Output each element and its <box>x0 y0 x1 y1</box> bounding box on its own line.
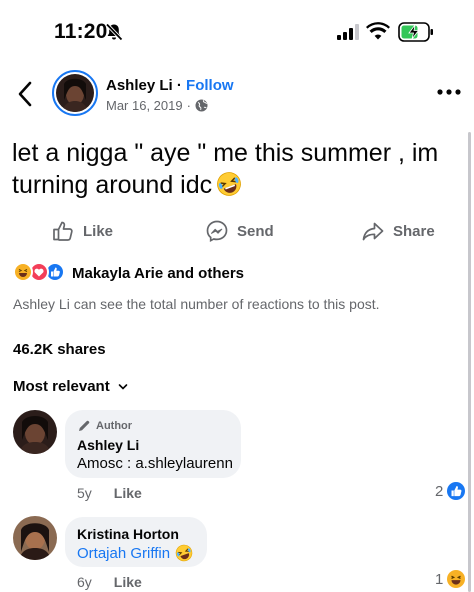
messenger-icon <box>206 220 228 243</box>
follow-button[interactable]: Follow <box>186 77 234 94</box>
post-date[interactable]: Mar 16, 2019 <box>106 98 183 113</box>
battery-charging-icon <box>398 22 433 42</box>
rolling-laughing-emoji-icon <box>217 172 242 196</box>
haha-reaction-icon <box>447 570 466 588</box>
comment-time[interactable]: 6y <box>77 574 92 590</box>
signal-icon <box>337 24 359 40</box>
status-time: 11:20 <box>54 20 108 43</box>
comment-avatar[interactable] <box>13 516 57 560</box>
profile-photo <box>56 74 94 112</box>
reactions-visibility-note: Ashley Li can see the total number of re… <box>13 296 380 312</box>
pencil-icon <box>79 420 90 431</box>
haha-reaction-icon <box>13 262 33 282</box>
reaction-icons[interactable] <box>13 262 65 282</box>
separator-dot: · <box>176 77 182 94</box>
reaction-count: 2 <box>435 482 444 500</box>
comment-meta: 6y Like <box>77 574 142 590</box>
commenter-name[interactable]: Ashley Li <box>77 437 229 453</box>
post-text: let a nigga " aye " me this summer , im … <box>12 137 462 201</box>
like-reaction-icon <box>447 482 466 500</box>
thumbs-up-icon <box>53 221 73 241</box>
more-options-icon[interactable] <box>437 86 461 98</box>
wifi-icon <box>366 22 390 40</box>
share-button[interactable]: Share <box>361 218 435 244</box>
comment-bubble[interactable]: Author Ashley Li Amosc : a.shleylaurenn <box>65 410 241 478</box>
tagged-user[interactable]: Ortajah Griffin <box>77 544 195 562</box>
send-button[interactable]: Send <box>205 218 274 244</box>
profile-photo <box>13 516 57 560</box>
send-label: Send <box>237 222 274 240</box>
author-name[interactable]: Ashley Li <box>106 77 173 94</box>
comment-sort-dropdown[interactable]: Most relevant <box>13 378 128 395</box>
back-arrow-icon[interactable] <box>16 80 36 108</box>
post-meta: Mar 16, 2019 · <box>106 98 208 113</box>
author-badge-label: Author <box>96 420 133 432</box>
meta-separator: · <box>186 98 191 113</box>
like-label: Like <box>83 222 114 240</box>
bell-slash-icon <box>105 23 123 41</box>
globe-icon <box>195 99 208 112</box>
profile-photo <box>13 410 57 454</box>
reactions-summary[interactable]: Makayla Arie and others <box>72 265 244 282</box>
share-label: Share <box>393 222 435 240</box>
tagged-user-name: Ortajah Griffin <box>77 544 171 562</box>
author-badge: Author <box>77 419 229 433</box>
comment-text: Amosc : a.shleylaurenn <box>77 455 233 472</box>
share-arrow-icon <box>362 222 384 241</box>
comment-meta: 5y Like <box>77 485 142 501</box>
chevron-down-icon <box>118 383 128 390</box>
post-author-line: Ashley Li · Follow <box>106 77 234 94</box>
comment-bubble[interactable]: Kristina Horton Ortajah Griffin <box>65 517 207 567</box>
scrollbar[interactable] <box>468 132 471 592</box>
comment-avatar[interactable] <box>13 410 57 454</box>
like-button[interactable]: Like <box>51 218 113 244</box>
rolling-laughing-emoji-icon <box>175 544 193 562</box>
reaction-count: 1 <box>435 570 444 588</box>
comment-reaction-count[interactable]: 1 <box>435 570 466 588</box>
author-avatar[interactable] <box>52 70 98 116</box>
sort-label: Most relevant <box>13 378 110 395</box>
status-bar: 11:20 <box>0 0 474 64</box>
commenter-name[interactable]: Kristina Horton <box>77 526 195 542</box>
comment-time[interactable]: 5y <box>77 485 92 501</box>
shares-count[interactable]: 46.2K shares <box>13 341 106 358</box>
comment-reaction-count[interactable]: 2 <box>435 482 466 500</box>
comment-like-button[interactable]: Like <box>114 485 142 501</box>
comment-like-button[interactable]: Like <box>114 574 142 590</box>
